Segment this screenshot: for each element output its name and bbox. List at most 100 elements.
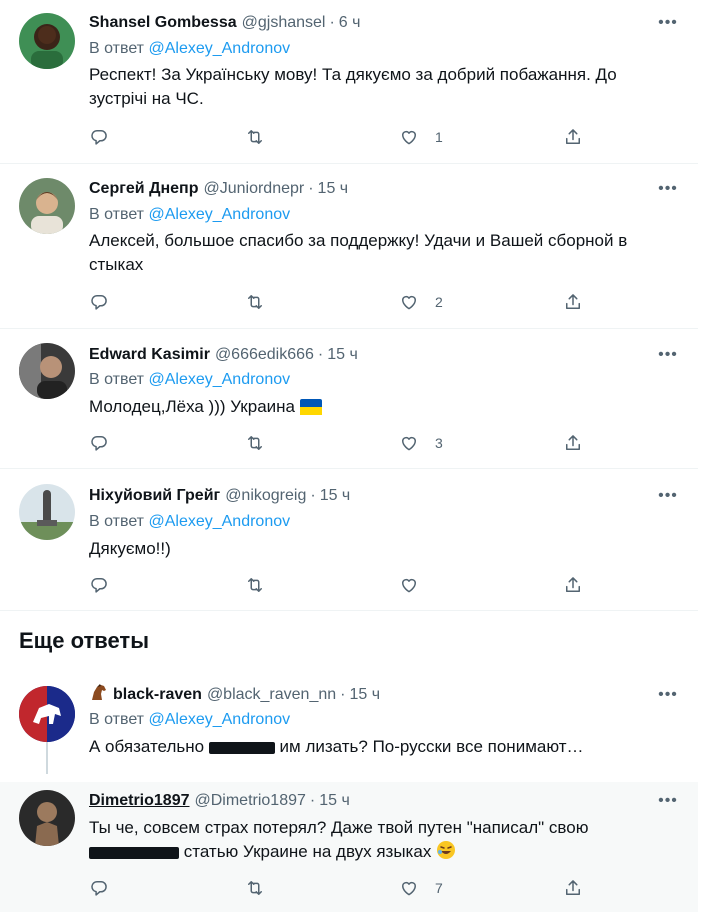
author-name[interactable]: Сергей Днепр xyxy=(89,178,198,200)
author-handle[interactable]: @666edik666 xyxy=(215,344,314,366)
retweet-icon xyxy=(245,575,265,595)
timestamp[interactable]: 15 ч xyxy=(319,790,350,812)
reply-button[interactable] xyxy=(89,290,109,314)
tweet[interactable]: Shansel Gombessa @gjshansel · 6 ч ••• В … xyxy=(0,0,698,163)
reply-icon xyxy=(89,433,109,453)
reply-button[interactable] xyxy=(89,431,109,455)
separator-dot: · xyxy=(309,792,316,809)
timestamp[interactable]: 15 ч xyxy=(327,344,358,366)
timestamp[interactable]: 15 ч xyxy=(320,485,351,507)
like-button[interactable]: 7 xyxy=(399,876,443,900)
reply-context: В ответ @Alexey_Andronov xyxy=(89,709,290,731)
author-name[interactable]: Dimetrio1897 xyxy=(89,790,190,812)
action-bar: 2 xyxy=(89,290,589,314)
reply-context: В ответ @Alexey_Andronov xyxy=(89,369,290,391)
mention-link[interactable]: @Alexey_Andronov xyxy=(148,206,290,223)
separator-dot: · xyxy=(310,487,316,504)
retweet-button[interactable] xyxy=(245,431,265,455)
tweet[interactable]: black-raven @black_raven_nn · 15 ч ••• В… xyxy=(0,672,698,780)
tweet[interactable]: Ніхуйовий Грейг @nikogreig · 15 ч ••• В … xyxy=(0,469,698,610)
share-icon xyxy=(563,878,583,898)
separator-dot: · xyxy=(329,14,335,31)
author-handle[interactable]: @black_raven_nn xyxy=(207,684,336,706)
tweet-text-container: А обязательно им лизать? По-русски все п… xyxy=(89,735,679,759)
retweet-icon xyxy=(245,433,265,453)
action-bar: 1 xyxy=(89,125,589,149)
timestamp[interactable]: 15 ч xyxy=(318,178,349,200)
action-bar: 3 xyxy=(89,431,589,455)
retweet-icon xyxy=(245,878,265,898)
redaction-mark xyxy=(208,741,275,754)
heart-icon xyxy=(399,878,419,898)
timestamp[interactable]: 6 ч xyxy=(339,12,361,34)
reply-prefix: В ответ xyxy=(89,513,145,530)
author-name[interactable]: Ніхуйовий Грейг xyxy=(89,485,220,507)
tweet-text: им лизать? По-русски все понимают… xyxy=(279,737,584,756)
tweet-text: Респект! За Українську мову! Та дякуємо … xyxy=(89,65,617,108)
more-icon[interactable]: ••• xyxy=(658,791,678,811)
avatar[interactable] xyxy=(19,13,75,69)
share-icon xyxy=(563,292,583,312)
tweet-text: статью Украине на двух языках xyxy=(183,842,432,861)
like-button[interactable] xyxy=(399,573,435,597)
more-icon[interactable]: ••• xyxy=(658,685,678,705)
avatar[interactable] xyxy=(19,686,75,742)
reply-prefix: В ответ xyxy=(89,711,145,728)
reply-button[interactable] xyxy=(89,125,109,149)
mention-link[interactable]: @Alexey_Andronov xyxy=(148,371,290,388)
more-icon[interactable]: ••• xyxy=(658,345,678,365)
divider xyxy=(0,610,698,611)
avatar[interactable] xyxy=(19,178,75,234)
author-handle[interactable]: @Juniordnepr xyxy=(203,178,304,200)
tweet[interactable]: Dimetrio1897 @Dimetrio1897 · 15 ч ••• Ты… xyxy=(0,782,698,912)
retweet-button[interactable] xyxy=(245,573,265,597)
tweet-text: Ты че, совсем страх потерял? Даже твой п… xyxy=(89,818,589,837)
author-name[interactable]: Edward Kasimir xyxy=(89,344,210,366)
author-name[interactable]: black-raven xyxy=(113,684,202,706)
share-button[interactable] xyxy=(563,876,583,900)
more-icon[interactable]: ••• xyxy=(658,179,678,199)
retweet-button[interactable] xyxy=(245,876,265,900)
author-handle[interactable]: @gjshansel xyxy=(242,12,326,34)
heart-icon xyxy=(399,127,419,147)
more-icon[interactable]: ••• xyxy=(658,13,678,33)
share-button[interactable] xyxy=(563,573,583,597)
timestamp[interactable]: 15 ч xyxy=(349,684,380,706)
ukraine-flag-icon xyxy=(299,398,322,422)
tweet[interactable]: Edward Kasimir @666edik666 · 15 ч ••• В … xyxy=(0,329,698,468)
action-bar xyxy=(89,573,589,597)
retweet-icon xyxy=(245,127,265,147)
retweet-button[interactable] xyxy=(245,290,265,314)
reply-button[interactable] xyxy=(89,876,109,900)
share-button[interactable] xyxy=(563,290,583,314)
rolling-laughing-icon xyxy=(436,840,456,867)
like-button[interactable]: 3 xyxy=(399,431,443,455)
retweet-icon xyxy=(245,292,265,312)
author-handle[interactable]: @Dimetrio1897 xyxy=(195,790,306,812)
like-button[interactable]: 1 xyxy=(399,125,443,149)
separator-dot: · xyxy=(308,180,314,197)
mention-link[interactable]: @Alexey_Andronov xyxy=(148,513,290,530)
reply-icon xyxy=(89,575,109,595)
section-title: Еще ответы xyxy=(19,628,149,653)
avatar[interactable] xyxy=(19,484,75,540)
reply-context: В ответ @Alexey_Andronov xyxy=(89,38,290,60)
author-handle[interactable]: @nikogreig xyxy=(225,485,306,507)
share-button[interactable] xyxy=(563,431,583,455)
mention-link[interactable]: @Alexey_Andronov xyxy=(148,40,290,57)
reply-button[interactable] xyxy=(89,573,109,597)
more-icon[interactable]: ••• xyxy=(658,486,678,506)
like-button[interactable]: 2 xyxy=(399,290,443,314)
avatar[interactable] xyxy=(19,343,75,399)
mention-link[interactable]: @Alexey_Andronov xyxy=(148,711,290,728)
tweet[interactable]: Сергей Днепр @Juniordnepr · 15 ч ••• В о… xyxy=(0,164,698,328)
tweet-text-container: Ты че, совсем страх потерял? Даже твой п… xyxy=(89,816,679,867)
tweet-text: Дякуємо!!) xyxy=(89,539,171,558)
tweet-text-container: Молодец,Лёха ))) Украина xyxy=(89,395,679,422)
tweet-text: А обязательно xyxy=(89,737,205,756)
share-icon xyxy=(563,433,583,453)
retweet-button[interactable] xyxy=(245,125,265,149)
avatar[interactable] xyxy=(19,790,75,846)
share-button[interactable] xyxy=(563,125,583,149)
author-name[interactable]: Shansel Gombessa xyxy=(89,12,237,34)
